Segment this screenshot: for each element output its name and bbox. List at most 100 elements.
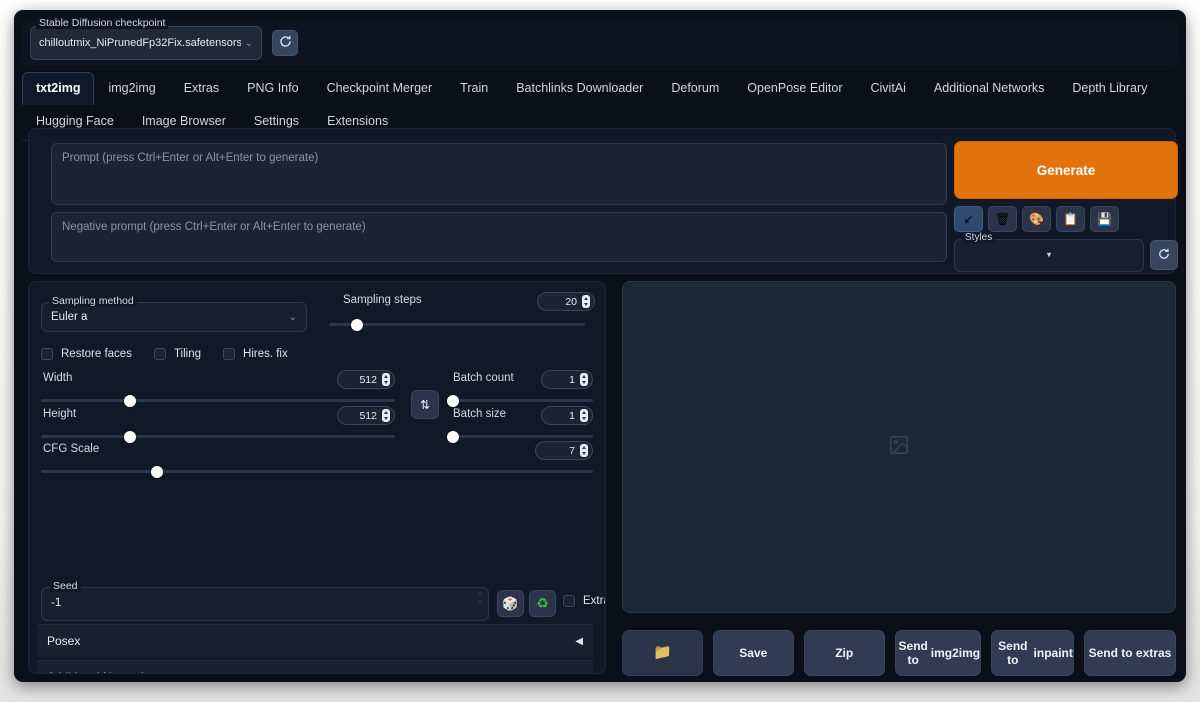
chevron-down-icon: ▾	[1046, 249, 1052, 260]
sampling-method-label: Sampling method	[49, 295, 137, 307]
cfg-scale-slider[interactable]: CFG Scale 7	[41, 441, 593, 478]
tab-deforum[interactable]: Deforum	[657, 72, 733, 105]
height-value: 512	[359, 409, 377, 422]
slider-track[interactable]	[41, 465, 593, 478]
refresh-styles-button[interactable]	[1150, 240, 1178, 270]
slider-track[interactable]	[447, 430, 593, 443]
tab-batchlinks-downloader[interactable]: Batchlinks Downloader	[502, 72, 657, 105]
slider-track[interactable]	[41, 430, 395, 443]
clipboard-icon: 📋	[1063, 212, 1078, 226]
positive-prompt-placeholder: Prompt (press Ctrl+Enter or Alt+Enter to…	[62, 152, 319, 164]
checkbox-box[interactable]	[153, 348, 166, 360]
swap-dimensions-button[interactable]: ⇅	[411, 390, 439, 419]
save-button[interactable]: Save	[712, 630, 794, 676]
clipboard-button[interactable]: 📋	[1056, 206, 1085, 232]
generate-button[interactable]: Generate	[954, 141, 1178, 199]
tab-txt2img[interactable]: txt2img	[22, 72, 95, 105]
send-to-img2img-button[interactable]: Send to img2img	[894, 630, 982, 676]
sampling-steps-number[interactable]: 20	[537, 292, 595, 311]
palette-button[interactable]: 🎨	[1022, 206, 1051, 232]
tab-civitai[interactable]: CivitAi	[856, 72, 919, 105]
slider-track[interactable]	[447, 394, 593, 407]
checkbox-box[interactable]	[563, 595, 575, 607]
tab-png-info[interactable]: PNG Info	[233, 72, 312, 105]
checkpoint-label: Stable Diffusion checkpoint	[36, 17, 169, 29]
checkbox-tiling[interactable]: Tiling	[153, 348, 202, 360]
slider-track[interactable]	[41, 394, 395, 407]
tab-openpose-editor[interactable]: OpenPose Editor	[733, 72, 856, 105]
positive-prompt-input[interactable]: Prompt (press Ctrl+Enter or Alt+Enter to…	[51, 143, 947, 205]
batch-count-label: Batch count	[453, 372, 514, 384]
output-column: 📁 Save Zip Send to img2img Send to inpaint Send…	[614, 281, 1177, 676]
paste-arrow-button[interactable]: ↙	[954, 206, 983, 232]
batch-count-slider[interactable]: Batch count 1	[447, 370, 593, 407]
tab-extras[interactable]: Extras	[170, 72, 233, 105]
styles-label: Styles	[962, 231, 996, 243]
output-gallery[interactable]	[622, 281, 1176, 613]
save-style-button[interactable]: 💾	[1090, 206, 1119, 232]
width-number[interactable]: 512	[337, 370, 395, 389]
stepper-icon[interactable]	[382, 409, 390, 422]
styles-dropdown[interactable]: Styles ▾	[954, 231, 1144, 272]
tab-train[interactable]: Train	[446, 72, 502, 105]
open-folder-button[interactable]: 📁	[622, 630, 703, 676]
stepper-icon[interactable]	[580, 409, 588, 422]
trash-button[interactable]: 🗑	[988, 206, 1017, 232]
cfg-scale-number[interactable]: 7	[535, 441, 593, 460]
checkbox-box[interactable]	[41, 348, 53, 360]
extra-seed-checkbox[interactable]: Extra	[563, 595, 605, 607]
swap-arrows-icon: ⇅	[419, 397, 431, 412]
recycle-icon: ♻	[536, 595, 549, 611]
batch-size-slider[interactable]: Batch size 1	[447, 406, 593, 443]
slider-knob[interactable]	[123, 394, 136, 407]
batch-count-value: 1	[569, 373, 575, 386]
extra-seed-label: Extra	[583, 595, 605, 607]
slider-knob[interactable]	[447, 430, 459, 443]
paste-arrow-icon: ↙	[963, 212, 974, 226]
slider-knob[interactable]	[123, 430, 136, 443]
stepper-icon[interactable]	[582, 295, 590, 308]
checkbox-restore-faces[interactable]: Restore faces	[41, 348, 132, 360]
tab-checkpoint-merger[interactable]: Checkpoint Merger	[313, 72, 447, 105]
sampling-method-dropdown[interactable]: Sampling method Euler a ⌄	[41, 295, 307, 332]
reuse-seed-button[interactable]: ♻	[529, 590, 556, 617]
stepper-icon[interactable]	[580, 444, 588, 457]
trash-icon: 🗑	[994, 212, 1011, 226]
dice-icon: 🎲	[502, 595, 519, 611]
zip-button[interactable]: Zip	[803, 630, 885, 676]
batch-count-number[interactable]: 1	[541, 370, 593, 389]
checkpoint-dropdown[interactable]: Stable Diffusion checkpoint chilloutmix_…	[30, 17, 262, 60]
accordion-additional-networks[interactable]: Additional Networks ◀	[37, 660, 593, 673]
tab-depth-library[interactable]: Depth Library	[1058, 72, 1161, 105]
refresh-checkpoint-button[interactable]	[272, 30, 298, 56]
tab-img2img[interactable]: img2img	[94, 72, 169, 105]
height-number[interactable]: 512	[337, 406, 395, 425]
main-body: Prompt (press Ctrl+Enter or Alt+Enter to…	[22, 128, 1178, 676]
checkbox-label: Tiling	[173, 348, 202, 360]
seed-input[interactable]: Seed -1	[41, 580, 489, 621]
sampling-steps-slider[interactable]: Sampling steps 20	[329, 292, 595, 332]
stepper-icon[interactable]	[580, 373, 588, 386]
palette-icon: 🎨	[1029, 212, 1044, 226]
settings-column: Sampling method Euler a ⌄ Sampling steps…	[28, 281, 606, 674]
tab-additional-networks[interactable]: Additional Networks	[920, 72, 1058, 105]
batch-size-number[interactable]: 1	[541, 406, 593, 425]
checkbox-hires-fix[interactable]: Hires. fix	[223, 348, 288, 360]
negative-prompt-input[interactable]: Negative prompt (press Ctrl+Enter or Alt…	[51, 212, 947, 262]
send-to-extras-button[interactable]: Send to extras	[1083, 630, 1177, 676]
checkbox-label: Restore faces	[61, 348, 132, 360]
height-slider[interactable]: Height 512	[41, 406, 395, 443]
app-window: Stable Diffusion checkpoint chilloutmix_…	[14, 10, 1186, 682]
slider-knob[interactable]	[351, 318, 364, 331]
checkbox-box[interactable]	[223, 348, 236, 360]
stepper-icon[interactable]	[382, 373, 390, 386]
slider-track[interactable]	[329, 318, 585, 331]
accordion-posex[interactable]: Posex ◀	[37, 624, 593, 657]
send-to-inpaint-button[interactable]: Send to inpaint	[991, 630, 1074, 676]
width-slider[interactable]: Width 512	[41, 370, 395, 407]
randomize-seed-button[interactable]: 🎲	[497, 590, 524, 617]
slider-knob[interactable]	[447, 394, 459, 407]
cfg-scale-label: CFG Scale	[43, 443, 100, 455]
styles-row: Styles ▾	[954, 231, 1178, 273]
slider-knob[interactable]	[150, 465, 163, 478]
